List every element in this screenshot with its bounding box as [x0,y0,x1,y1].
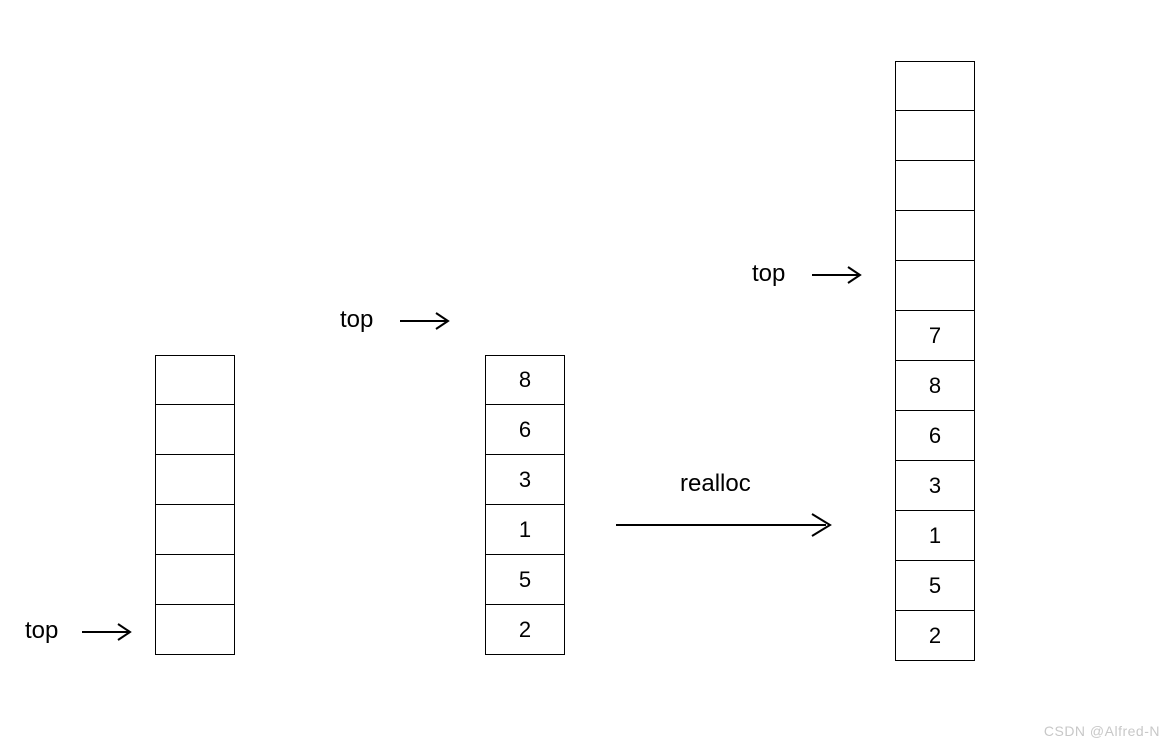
stack-cell: 8 [485,355,565,405]
stack-cell: 3 [485,455,565,505]
stack-cell [895,211,975,261]
stack-3: 7 8 6 3 1 5 2 [895,61,975,661]
stack-cell: 5 [895,561,975,611]
stack-cell [155,405,235,455]
stack-cell: 2 [895,611,975,661]
stack-cell [895,161,975,211]
stack-cell [895,61,975,111]
stack-cell: 5 [485,555,565,605]
stack-2: 8 6 3 1 5 2 [485,355,565,655]
top-label-1: top [25,617,58,645]
stack-1 [155,355,235,655]
stack-cell: 1 [895,511,975,561]
watermark: CSDN @Alfred-N [1044,723,1160,739]
arrow-right-icon [80,620,140,644]
arrow-right-long-icon [612,510,842,540]
arrow-right-icon [810,263,870,287]
stack-cell [155,355,235,405]
stack-cell: 1 [485,505,565,555]
stack-cell: 3 [895,461,975,511]
stack-cell: 6 [895,411,975,461]
top-label-2: top [340,306,373,334]
stack-cell [155,455,235,505]
stack-cell: 8 [895,361,975,411]
stack-cell: 7 [895,311,975,361]
top-label-3: top [752,260,785,288]
stack-cell [895,261,975,311]
stack-cell: 2 [485,605,565,655]
realloc-label: realloc [680,470,751,498]
arrow-right-icon [398,309,458,333]
stack-cell [155,505,235,555]
stack-cell [155,605,235,655]
stack-cell [155,555,235,605]
stack-cell [895,111,975,161]
stack-cell: 6 [485,405,565,455]
